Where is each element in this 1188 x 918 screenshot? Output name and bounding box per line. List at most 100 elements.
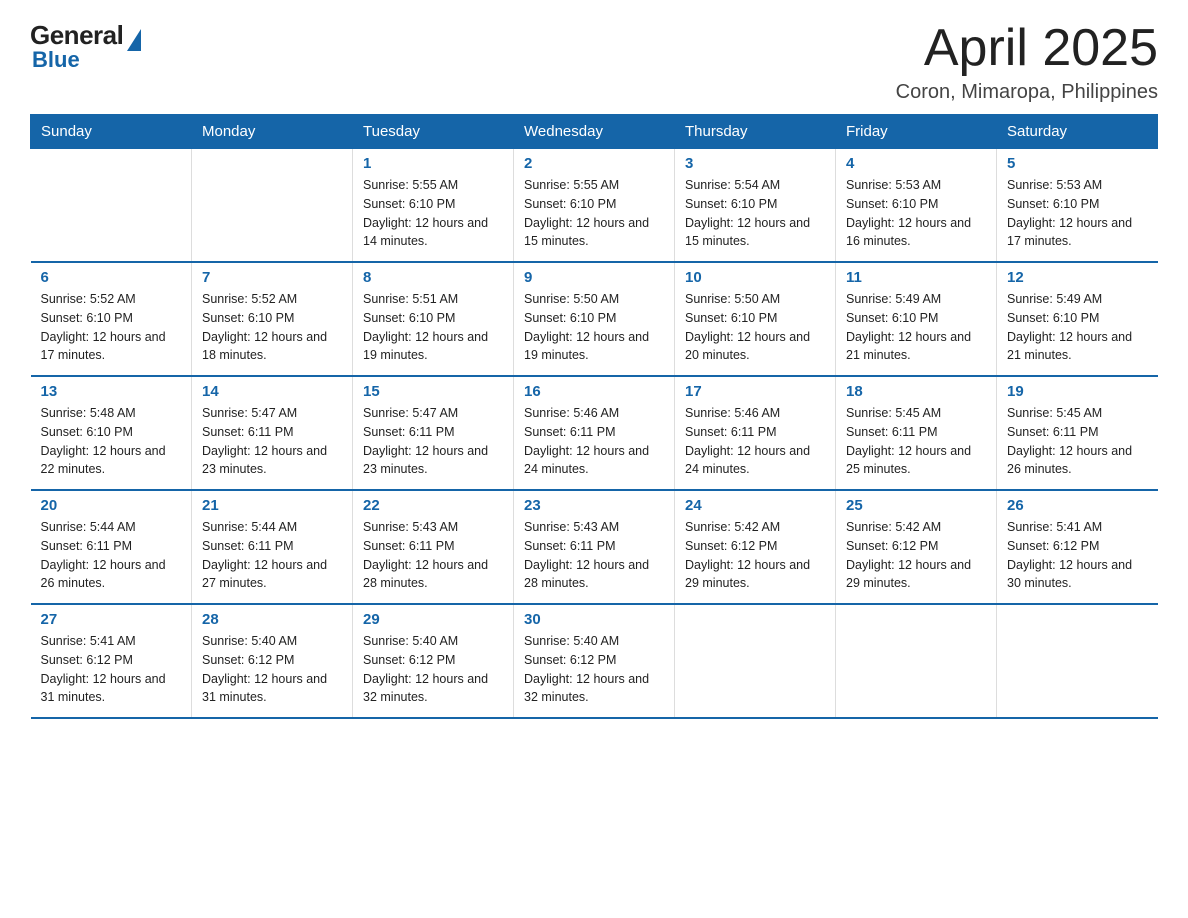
calendar-cell: 12 Sunrise: 5:49 AM Sunset: 6:10 PM Dayli… bbox=[997, 262, 1158, 376]
calendar-cell: 28 Sunrise: 5:40 AM Sunset: 6:12 PM Dayli… bbox=[192, 604, 353, 718]
day-info: Sunrise: 5:40 AM Sunset: 6:12 PM Dayligh… bbox=[524, 632, 664, 707]
calendar-cell: 30 Sunrise: 5:40 AM Sunset: 6:12 PM Dayli… bbox=[514, 604, 675, 718]
calendar-cell: 7 Sunrise: 5:52 AM Sunset: 6:10 PM Daylig… bbox=[192, 262, 353, 376]
day-number: 18 bbox=[846, 383, 986, 400]
calendar-body: 1Sunrise: 5:55 AM Sunset: 6:10 PM Daylig… bbox=[31, 149, 1158, 719]
day-info: Sunrise: 5:52 AM Sunset: 6:10 PM Dayligh… bbox=[202, 290, 342, 365]
day-info: Sunrise: 5:55 AM Sunset: 6:10 PM Dayligh… bbox=[363, 176, 503, 251]
calendar-cell: 21 Sunrise: 5:44 AM Sunset: 6:11 PM Dayli… bbox=[192, 490, 353, 604]
calendar-cell bbox=[31, 149, 192, 263]
day-info: Sunrise: 5:42 AM Sunset: 6:12 PM Dayligh… bbox=[685, 518, 825, 593]
calendar-cell: 13 Sunrise: 5:48 AM Sunset: 6:10 PM Dayli… bbox=[31, 376, 192, 490]
day-info: Sunrise: 5:44 AM Sunset: 6:11 PM Dayligh… bbox=[202, 518, 342, 593]
day-number: 12 bbox=[1007, 269, 1148, 286]
day-info: Sunrise: 5:54 AM Sunset: 6:10 PM Dayligh… bbox=[685, 176, 825, 251]
calendar-cell: 17 Sunrise: 5:46 AM Sunset: 6:11 PM Dayli… bbox=[675, 376, 836, 490]
calendar-cell: 4 Sunrise: 5:53 AM Sunset: 6:10 PM Daylig… bbox=[836, 149, 997, 263]
calendar-cell: 3 Sunrise: 5:54 AM Sunset: 6:10 PM Daylig… bbox=[675, 149, 836, 263]
header-monday: Monday bbox=[192, 115, 353, 149]
calendar-cell: 29Sunrise: 5:40 AM Sunset: 6:12 PM Dayli… bbox=[353, 604, 514, 718]
day-info: Sunrise: 5:48 AM Sunset: 6:10 PM Dayligh… bbox=[41, 404, 182, 479]
day-info: Sunrise: 5:42 AM Sunset: 6:12 PM Dayligh… bbox=[846, 518, 986, 593]
page-header: General Blue April 2025 Coron, Mimaropa,… bbox=[30, 20, 1158, 104]
day-info: Sunrise: 5:49 AM Sunset: 6:10 PM Dayligh… bbox=[846, 290, 986, 365]
header-sunday: Sunday bbox=[31, 115, 192, 149]
day-info: Sunrise: 5:53 AM Sunset: 6:10 PM Dayligh… bbox=[846, 176, 986, 251]
day-number: 16 bbox=[524, 383, 664, 400]
day-number: 24 bbox=[685, 497, 825, 514]
day-info: Sunrise: 5:51 AM Sunset: 6:10 PM Dayligh… bbox=[363, 290, 503, 365]
day-info: Sunrise: 5:45 AM Sunset: 6:11 PM Dayligh… bbox=[1007, 404, 1148, 479]
day-number: 14 bbox=[202, 383, 342, 400]
calendar-cell: 27 Sunrise: 5:41 AM Sunset: 6:12 PM Dayli… bbox=[31, 604, 192, 718]
day-number: 7 bbox=[202, 269, 342, 286]
logo-triangle-icon bbox=[127, 29, 141, 51]
day-info: Sunrise: 5:41 AM Sunset: 6:12 PM Dayligh… bbox=[41, 632, 182, 707]
calendar-location: Coron, Mimaropa, Philippines bbox=[896, 81, 1158, 104]
day-info: Sunrise: 5:41 AM Sunset: 6:12 PM Dayligh… bbox=[1007, 518, 1148, 593]
calendar-cell: 18 Sunrise: 5:45 AM Sunset: 6:11 PM Dayli… bbox=[836, 376, 997, 490]
calendar-cell: 9 Sunrise: 5:50 AM Sunset: 6:10 PM Daylig… bbox=[514, 262, 675, 376]
day-info: Sunrise: 5:55 AM Sunset: 6:10 PM Dayligh… bbox=[524, 176, 664, 251]
calendar-cell: 2 Sunrise: 5:55 AM Sunset: 6:10 PM Daylig… bbox=[514, 149, 675, 263]
day-info: Sunrise: 5:43 AM Sunset: 6:11 PM Dayligh… bbox=[363, 518, 503, 593]
day-info: Sunrise: 5:40 AM Sunset: 6:12 PM Dayligh… bbox=[202, 632, 342, 707]
calendar-cell: 11Sunrise: 5:49 AM Sunset: 6:10 PM Dayli… bbox=[836, 262, 997, 376]
day-number: 22 bbox=[363, 497, 503, 514]
day-info: Sunrise: 5:40 AM Sunset: 6:12 PM Dayligh… bbox=[363, 632, 503, 707]
day-info: Sunrise: 5:46 AM Sunset: 6:11 PM Dayligh… bbox=[685, 404, 825, 479]
calendar-cell: 24 Sunrise: 5:42 AM Sunset: 6:12 PM Dayli… bbox=[675, 490, 836, 604]
calendar-cell: 23Sunrise: 5:43 AM Sunset: 6:11 PM Dayli… bbox=[514, 490, 675, 604]
calendar-table: Sunday Monday Tuesday Wednesday Thursday… bbox=[30, 114, 1158, 719]
day-number: 30 bbox=[524, 611, 664, 628]
day-number: 19 bbox=[1007, 383, 1148, 400]
calendar-cell: 25Sunrise: 5:42 AM Sunset: 6:12 PM Dayli… bbox=[836, 490, 997, 604]
day-number: 4 bbox=[846, 155, 986, 172]
day-number: 10 bbox=[685, 269, 825, 286]
day-number: 23 bbox=[524, 497, 664, 514]
calendar-cell: 10 Sunrise: 5:50 AM Sunset: 6:10 PM Dayli… bbox=[675, 262, 836, 376]
day-info: Sunrise: 5:52 AM Sunset: 6:10 PM Dayligh… bbox=[41, 290, 182, 365]
calendar-title: April 2025 bbox=[896, 20, 1158, 77]
day-number: 27 bbox=[41, 611, 182, 628]
day-info: Sunrise: 5:44 AM Sunset: 6:11 PM Dayligh… bbox=[41, 518, 182, 593]
day-info: Sunrise: 5:53 AM Sunset: 6:10 PM Dayligh… bbox=[1007, 176, 1148, 251]
calendar-cell bbox=[675, 604, 836, 718]
header-saturday: Saturday bbox=[997, 115, 1158, 149]
day-number: 5 bbox=[1007, 155, 1148, 172]
day-info: Sunrise: 5:47 AM Sunset: 6:11 PM Dayligh… bbox=[363, 404, 503, 479]
day-number: 13 bbox=[41, 383, 182, 400]
day-number: 28 bbox=[202, 611, 342, 628]
day-number: 3 bbox=[685, 155, 825, 172]
day-number: 20 bbox=[41, 497, 182, 514]
day-number: 17 bbox=[685, 383, 825, 400]
day-number: 6 bbox=[41, 269, 182, 286]
day-number: 2 bbox=[524, 155, 664, 172]
logo-blue-text: Blue bbox=[32, 47, 80, 73]
calendar-cell: 5 Sunrise: 5:53 AM Sunset: 6:10 PM Daylig… bbox=[997, 149, 1158, 263]
day-info: Sunrise: 5:45 AM Sunset: 6:11 PM Dayligh… bbox=[846, 404, 986, 479]
calendar-cell: 22 Sunrise: 5:43 AM Sunset: 6:11 PM Dayli… bbox=[353, 490, 514, 604]
calendar-cell: 15 Sunrise: 5:47 AM Sunset: 6:11 PM Dayli… bbox=[353, 376, 514, 490]
logo: General Blue bbox=[30, 20, 141, 73]
day-number: 21 bbox=[202, 497, 342, 514]
calendar-cell: 8 Sunrise: 5:51 AM Sunset: 6:10 PM Daylig… bbox=[353, 262, 514, 376]
header-wednesday: Wednesday bbox=[514, 115, 675, 149]
header-tuesday: Tuesday bbox=[353, 115, 514, 149]
calendar-cell bbox=[836, 604, 997, 718]
calendar-cell: 19 Sunrise: 5:45 AM Sunset: 6:11 PM Dayli… bbox=[997, 376, 1158, 490]
calendar-header: Sunday Monday Tuesday Wednesday Thursday… bbox=[31, 115, 1158, 149]
day-number: 9 bbox=[524, 269, 664, 286]
header-thursday: Thursday bbox=[675, 115, 836, 149]
day-number: 8 bbox=[363, 269, 503, 286]
day-info: Sunrise: 5:47 AM Sunset: 6:11 PM Dayligh… bbox=[202, 404, 342, 479]
calendar-cell: 14 Sunrise: 5:47 AM Sunset: 6:11 PM Dayli… bbox=[192, 376, 353, 490]
day-info: Sunrise: 5:50 AM Sunset: 6:10 PM Dayligh… bbox=[524, 290, 664, 365]
calendar-cell bbox=[997, 604, 1158, 718]
day-info: Sunrise: 5:49 AM Sunset: 6:10 PM Dayligh… bbox=[1007, 290, 1148, 365]
day-info: Sunrise: 5:50 AM Sunset: 6:10 PM Dayligh… bbox=[685, 290, 825, 365]
calendar-cell: 20 Sunrise: 5:44 AM Sunset: 6:11 PM Dayli… bbox=[31, 490, 192, 604]
header-friday: Friday bbox=[836, 115, 997, 149]
day-number: 15 bbox=[363, 383, 503, 400]
title-block: April 2025 Coron, Mimaropa, Philippines bbox=[896, 20, 1158, 104]
